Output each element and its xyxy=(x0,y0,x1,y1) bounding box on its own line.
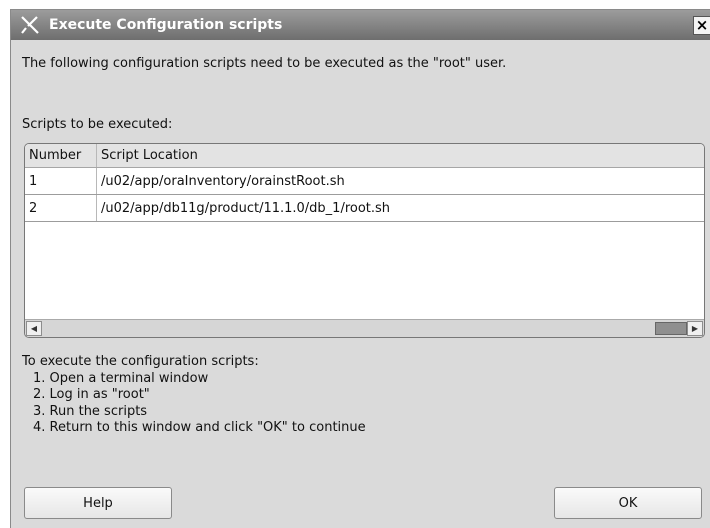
row-script-location: /u02/app/oraInventory/orainstRoot.sh xyxy=(101,173,345,189)
instruction-step: 4. Return to this window and click "OK" … xyxy=(33,420,366,435)
scroll-right-arrow-icon[interactable]: ▶ xyxy=(687,321,703,336)
instructions: To execute the configuration scripts: 1.… xyxy=(22,354,366,437)
close-icon[interactable]: × xyxy=(693,16,710,35)
row-script-location: /u02/app/db11g/product/11.1.0/db_1/root.… xyxy=(101,200,391,216)
scripts-table: Number Script Location 1 /u02/app/oraInv… xyxy=(24,143,705,338)
scroll-thumb[interactable] xyxy=(655,322,687,335)
instruction-step: 2. Log in as "root" xyxy=(33,387,150,402)
title-bar[interactable]: Execute Configuration scripts × xyxy=(11,10,710,40)
intro-text: The following configuration scripts need… xyxy=(22,56,507,71)
window-title: Execute Configuration scripts xyxy=(49,17,283,33)
instruction-step: 3. Run the scripts xyxy=(33,403,148,419)
oracle-installer-x-icon xyxy=(17,12,43,38)
row-number: 2 xyxy=(25,195,97,221)
table-row[interactable]: 1 /u02/app/oraInventory/orainstRoot.sh xyxy=(25,168,704,195)
scripts-label: Scripts to be executed: xyxy=(22,117,173,132)
dialog-window: Execute Configuration scripts × The foll… xyxy=(10,9,710,528)
scroll-left-arrow-icon[interactable]: ◀ xyxy=(26,321,42,336)
instructions-heading: To execute the configuration scripts: xyxy=(22,354,259,369)
ok-button[interactable]: OK xyxy=(554,487,702,519)
horizontal-scrollbar[interactable]: ◀ ▶ xyxy=(25,319,704,337)
table-row[interactable]: 2 /u02/app/db11g/product/11.1.0/db_1/roo… xyxy=(25,195,704,222)
column-header-number[interactable]: Number xyxy=(25,144,97,167)
table-header: Number Script Location xyxy=(25,144,704,168)
row-number: 1 xyxy=(25,168,97,194)
instruction-step: 1. Open a terminal window xyxy=(33,370,209,386)
scroll-track[interactable] xyxy=(42,321,687,336)
column-header-script-location[interactable]: Script Location xyxy=(97,144,704,167)
help-button[interactable]: Help xyxy=(24,487,172,519)
